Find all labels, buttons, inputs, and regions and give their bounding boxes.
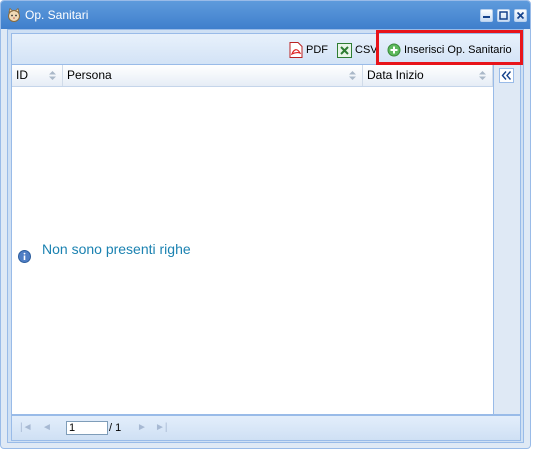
empty-grid-message: Non sono presenti righe bbox=[42, 241, 191, 257]
export-pdf-button[interactable]: PDF bbox=[289, 41, 328, 59]
highlight-box bbox=[376, 30, 523, 65]
export-pdf-label: PDF bbox=[306, 44, 328, 56]
close-icon bbox=[516, 11, 525, 20]
info-icon bbox=[18, 250, 31, 263]
sort-icon bbox=[49, 71, 56, 80]
sort-icon bbox=[349, 71, 356, 80]
maximize-button[interactable] bbox=[497, 9, 510, 22]
column-header-id[interactable]: ID bbox=[12, 65, 63, 86]
next-page-icon[interactable]: ► bbox=[137, 422, 147, 433]
double-chevron-left-icon bbox=[501, 71, 512, 80]
cat-face-icon bbox=[8, 8, 20, 22]
window-titlebar[interactable]: Op. Sanitari bbox=[1, 1, 530, 29]
grid-panel: PDF CSV Inserisci Op. Sanitario ID Perso… bbox=[11, 33, 521, 415]
close-button[interactable] bbox=[514, 9, 527, 22]
excel-icon bbox=[337, 42, 352, 58]
column-label-data-inizio: Data Inizio bbox=[367, 68, 424, 82]
column-label-id: ID bbox=[16, 68, 28, 82]
last-page-icon[interactable]: ►| bbox=[155, 422, 168, 433]
minimize-icon bbox=[483, 16, 490, 18]
first-page-icon[interactable]: |◄ bbox=[20, 422, 33, 433]
pdf-icon bbox=[289, 42, 303, 58]
column-header-persona[interactable]: Persona bbox=[63, 65, 363, 86]
column-header-data-inizio[interactable]: Data Inizio bbox=[363, 65, 493, 86]
window-title: Op. Sanitari bbox=[25, 8, 89, 22]
sort-icon bbox=[479, 71, 486, 80]
export-csv-button[interactable]: CSV bbox=[337, 41, 378, 59]
page-number-input[interactable]: 1 bbox=[66, 421, 108, 435]
collapse-panel-bar bbox=[493, 65, 520, 414]
paging-toolbar: |◄ ◄ 1 / 1 ► ►| bbox=[11, 415, 521, 441]
minimize-button[interactable] bbox=[480, 9, 493, 22]
page-total-label: / 1 bbox=[109, 422, 122, 434]
column-label-persona: Persona bbox=[67, 68, 112, 82]
export-csv-label: CSV bbox=[355, 44, 378, 56]
collapse-button[interactable] bbox=[499, 68, 514, 83]
grid-header: ID Persona Data Inizio bbox=[12, 65, 493, 87]
maximize-icon bbox=[499, 11, 508, 20]
previous-page-icon[interactable]: ◄ bbox=[42, 422, 52, 433]
